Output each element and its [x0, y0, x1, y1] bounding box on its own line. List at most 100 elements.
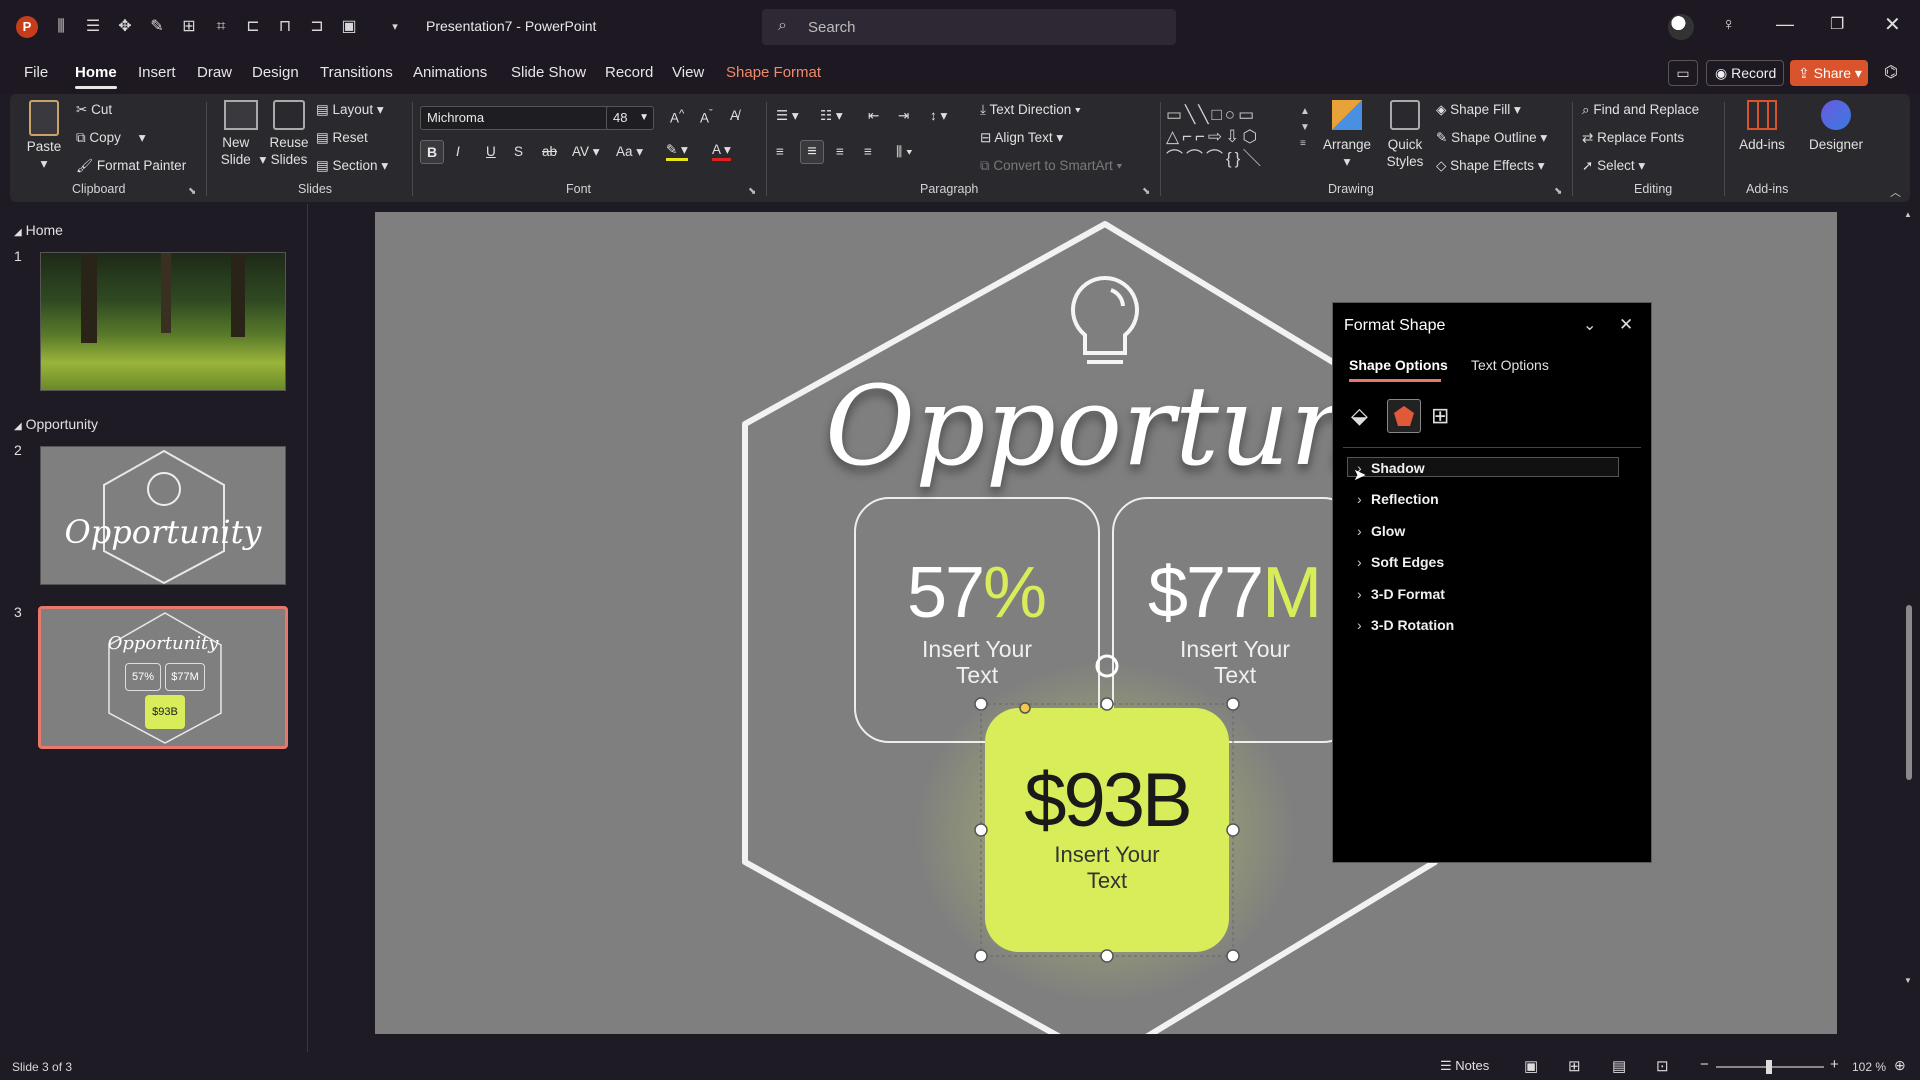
new-slide-button[interactable]: New Slide ▾: [214, 100, 268, 168]
dialog-launcher-icon[interactable]: ⬊: [1554, 186, 1562, 197]
change-case-icon[interactable]: Aa ▾: [616, 144, 643, 160]
dialog-launcher-icon[interactable]: ⬊: [188, 186, 196, 197]
bullets-icon[interactable]: ☰ ▾: [776, 108, 799, 124]
size-properties-icon[interactable]: ⊞: [1431, 403, 1449, 429]
section-button[interactable]: ▤ Section ▾: [316, 158, 388, 174]
section-3d-format[interactable]: › 3-D Format: [1357, 586, 1445, 602]
tab-insert[interactable]: Insert: [138, 64, 176, 81]
highlight-icon[interactable]: ✎ ▾: [666, 142, 688, 161]
align-middle-icon[interactable]: ☰: [84, 18, 102, 36]
justify-icon[interactable]: ≡: [864, 144, 872, 159]
section-glow[interactable]: › Glow: [1357, 523, 1405, 539]
numbering-icon[interactable]: ☷ ▾: [820, 108, 843, 124]
slide-thumbnail-1[interactable]: [40, 252, 286, 391]
tab-shape-format[interactable]: Shape Format: [726, 64, 821, 81]
decrease-font-icon[interactable]: Aˇ: [700, 108, 713, 126]
fit-slide-icon[interactable]: ⊕: [1894, 1057, 1906, 1074]
tab-transitions[interactable]: Transitions: [320, 64, 393, 81]
align-left-icon[interactable]: ⊏: [244, 18, 262, 36]
addins-button[interactable]: Add-ins: [1732, 100, 1792, 153]
select-button[interactable]: ➚ Select ▾: [1582, 158, 1645, 174]
center-text-button[interactable]: ≡: [800, 140, 824, 164]
slide-thumbnail-2[interactable]: Opportunity: [40, 446, 286, 585]
slideshow-icon[interactable]: ⊡: [1656, 1057, 1669, 1075]
tab-home[interactable]: Home: [75, 64, 117, 89]
increase-indent-icon[interactable]: ⇥: [898, 108, 909, 124]
cut-button[interactable]: ✂ Cut: [76, 102, 112, 118]
share-button[interactable]: ⇪ Share ▾: [1790, 60, 1868, 86]
increase-font-icon[interactable]: A^: [670, 108, 684, 126]
gallery-more-icon[interactable]: ▲ ▼ ≡: [1300, 104, 1310, 152]
card-2[interactable]: $77M Insert Your Text: [1113, 552, 1357, 688]
lightbulb-icon[interactable]: ♀: [1722, 14, 1736, 35]
notes-button[interactable]: ☰ Notes: [1440, 1058, 1489, 1074]
zoom-out-icon[interactable]: −: [1700, 1056, 1709, 1073]
edit-points-icon[interactable]: ✎: [148, 18, 166, 36]
bold-button[interactable]: B: [420, 140, 444, 164]
align-center-icon[interactable]: ⫼: [52, 18, 70, 36]
crop-icon[interactable]: ⌗: [212, 18, 230, 36]
shape-fill-button[interactable]: ◈ Shape Fill ▾: [1436, 102, 1521, 118]
font-name-select[interactable]: Michroma ▼: [420, 106, 620, 130]
convert-smartart-button[interactable]: ⧉ Convert to SmartArt ▾: [980, 158, 1122, 174]
tab-text-options[interactable]: Text Options: [1471, 357, 1549, 373]
slide-sorter-icon[interactable]: ⊞: [1568, 1057, 1581, 1075]
reset-button[interactable]: ▤ Reset: [316, 130, 368, 146]
tab-slide-show[interactable]: Slide Show: [511, 64, 586, 81]
normal-view-icon[interactable]: ▣: [1524, 1057, 1538, 1075]
tab-record[interactable]: Record: [605, 64, 653, 81]
group-icon[interactable]: ▣: [340, 18, 358, 36]
customize-toolbar-icon[interactable]: ▾: [386, 18, 404, 36]
arrange-button[interactable]: Arrange ▾: [1322, 100, 1372, 170]
designer-button[interactable]: Designer: [1806, 100, 1866, 153]
underline-button[interactable]: U: [486, 144, 496, 159]
align-left-text-icon[interactable]: ≡: [776, 144, 784, 159]
avatar[interactable]: [1668, 14, 1694, 40]
format-painter-button[interactable]: 🖌 Format Painter: [76, 158, 186, 174]
zoom-level[interactable]: 102 %: [1852, 1060, 1886, 1074]
crosshair-icon[interactable]: ✥: [116, 18, 134, 36]
section-3d-rotation[interactable]: › 3-D Rotation: [1357, 617, 1454, 633]
tab-shape-options[interactable]: Shape Options: [1349, 357, 1448, 373]
close-icon[interactable]: ✕: [1619, 315, 1633, 335]
strikethrough-button[interactable]: ab: [542, 144, 557, 159]
minimize-icon[interactable]: —: [1776, 14, 1794, 35]
find-replace-button[interactable]: ⌕ Find and Replace: [1582, 102, 1699, 118]
tab-file[interactable]: File: [24, 64, 48, 81]
replace-fonts-button[interactable]: ⇄ Replace Fonts: [1582, 130, 1684, 146]
text-direction-button[interactable]: ⤓ Text Direction ▾: [980, 102, 1081, 118]
paste-button[interactable]: Paste ▾: [22, 100, 66, 172]
copy-button[interactable]: ⧉ Copy ▾: [76, 130, 145, 146]
restore-icon[interactable]: ❐: [1830, 14, 1844, 34]
vertical-scrollbar[interactable]: ▲ ▼: [1904, 210, 1914, 1030]
shape-outline-button[interactable]: ✎ Shape Outline ▾: [1436, 130, 1547, 146]
effects-tab-icon[interactable]: [1387, 399, 1421, 433]
line-spacing-icon[interactable]: ↕ ▾: [930, 108, 947, 124]
section-header-opportunity[interactable]: ◢ Opportunity: [14, 416, 98, 432]
section-header-home[interactable]: ◢ Home: [14, 222, 63, 238]
tab-design[interactable]: Design: [252, 64, 299, 81]
zoom-slider[interactable]: [1716, 1060, 1824, 1074]
align-right-text-icon[interactable]: ≡: [836, 144, 844, 159]
font-size-select[interactable]: 48 ▼: [606, 106, 654, 130]
reuse-slides-button[interactable]: Reuse Slides: [264, 100, 314, 168]
dialog-launcher-icon[interactable]: ⬊: [1142, 186, 1150, 197]
tab-draw[interactable]: Draw: [197, 64, 232, 81]
dialog-launcher-icon[interactable]: ⬊: [748, 186, 756, 197]
zoom-in-icon[interactable]: +: [1830, 1056, 1839, 1073]
section-shadow[interactable]: › Shadow: [1357, 460, 1425, 476]
record-button[interactable]: ◉ Record: [1706, 60, 1784, 86]
quick-styles-button[interactable]: Quick Styles: [1380, 100, 1430, 170]
columns-icon[interactable]: ⫼ ▾: [896, 144, 913, 160]
tab-animations[interactable]: Animations: [413, 64, 487, 81]
chevron-down-icon[interactable]: ⌄: [1583, 315, 1596, 335]
font-color-icon[interactable]: A ▾: [712, 142, 731, 161]
copilot-icon[interactable]: ⌬: [1884, 62, 1898, 82]
fill-line-icon[interactable]: ⬙: [1351, 403, 1368, 429]
tab-view[interactable]: View: [672, 64, 704, 81]
shapes-gallery[interactable]: ▭╲╲□○▭ △⌐⌐⇨⇩⬡ ⌒⌒⌒{}╲: [1166, 104, 1296, 170]
section-reflection[interactable]: › Reflection: [1357, 491, 1439, 507]
align-top-icon[interactable]: ⊓: [276, 18, 294, 36]
scroll-thumb[interactable]: [1906, 605, 1912, 780]
comments-icon[interactable]: ▭: [1668, 60, 1698, 86]
